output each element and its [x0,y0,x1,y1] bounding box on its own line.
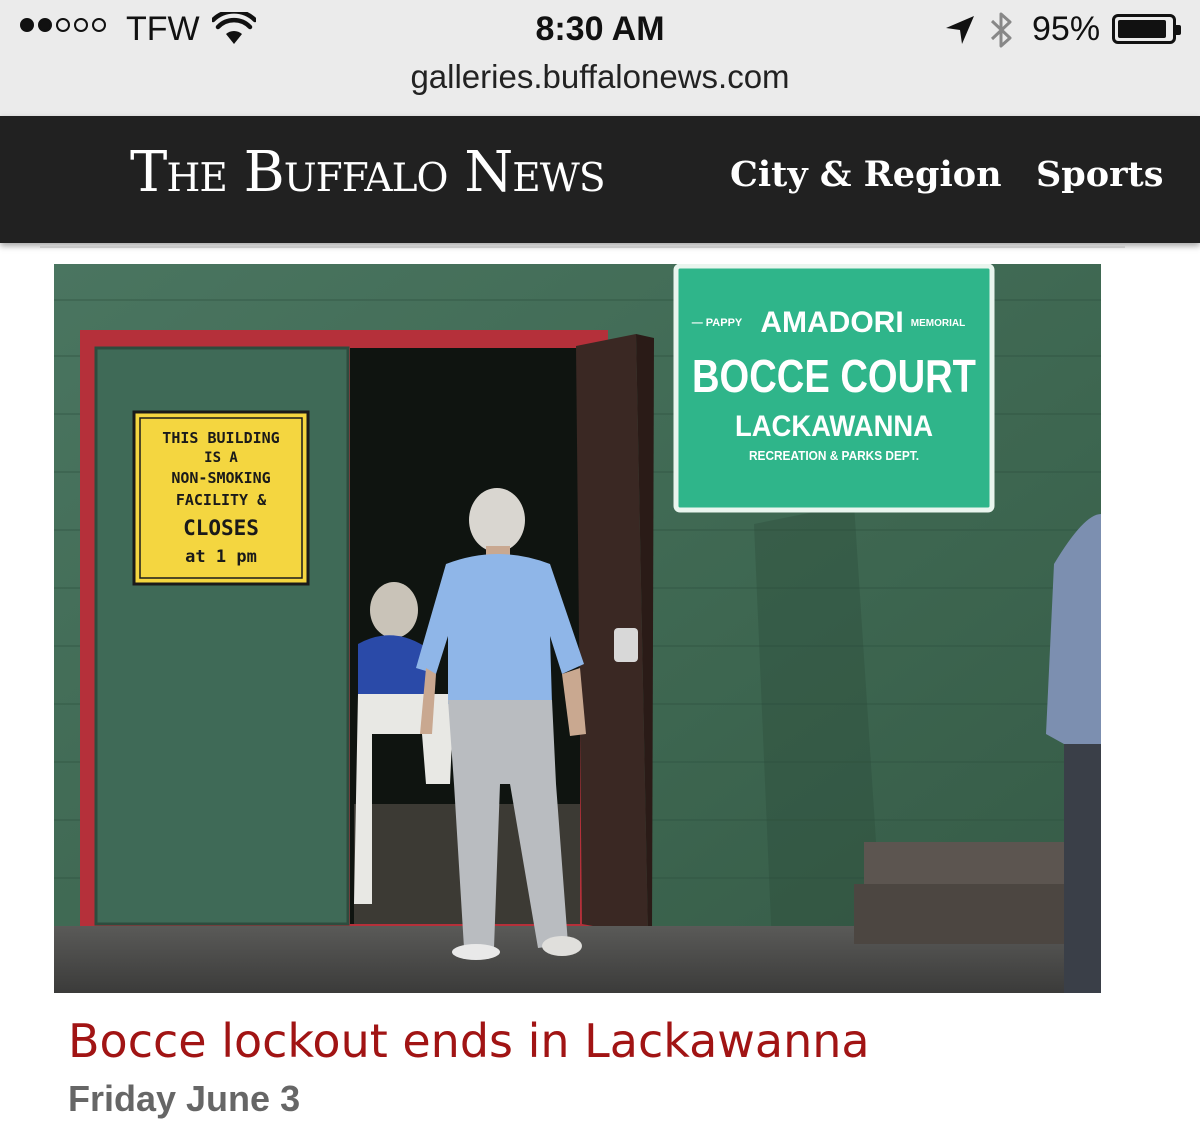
door-sign-line5: CLOSES [183,516,259,540]
header-divider [40,246,1125,248]
article-date: Friday June 3 [68,1078,301,1119]
court-sign-city: LACKAWANNA [735,410,933,443]
logo-word-news: News [464,140,605,205]
logo-word-buffalo: Buffalo [243,140,449,205]
door-sign-line1: THIS BUILDING [162,429,279,447]
door-sign-line3: NON-SMOKING [171,469,270,487]
nav-link-sports[interactable]: Sports [1036,154,1163,195]
site-header: The Buffalo News City & Region Sports [0,116,1200,243]
door-sign-line4: FACILITY & [176,491,267,509]
court-sign-post: MEMORIAL [911,318,965,329]
nav-link-city-region[interactable]: City & Region [730,154,1002,195]
logo-word-the: The [130,140,228,205]
court-sign-pre: — PAPPY [692,317,743,329]
address-bar-url[interactable]: galleries.buffalonews.com [0,58,1200,96]
court-sign-name: AMADORI [760,306,903,339]
bluetooth-icon [990,12,1012,48]
court-sign-title: BOCCE COURT [692,350,976,402]
site-logo[interactable]: The Buffalo News [130,140,606,205]
door-sign: THIS BUILDING IS A NON-SMOKING FACILITY … [132,410,310,586]
article-photo[interactable]: THIS BUILDING IS A NON-SMOKING FACILITY … [54,264,1101,993]
battery-icon [1112,14,1181,44]
door-sign-line6: at 1 pm [185,547,257,567]
battery-percent: 95% [1032,10,1101,48]
ios-status-bar: TFW 8:30 AM 95% galleries.buffalonews.co… [0,0,1200,117]
court-sign-dept: RECREATION & PARKS DEPT. [749,448,919,463]
location-arrow-icon [946,16,974,44]
bocce-court-sign: — PAPPY AMADORI MEMORIAL BOCCE COURT LAC… [673,264,995,513]
door-sign-line2: IS A [204,450,238,466]
article-headline[interactable]: Bocce lockout ends in Lackawanna [68,1014,870,1068]
clock: 8:30 AM [535,10,665,48]
